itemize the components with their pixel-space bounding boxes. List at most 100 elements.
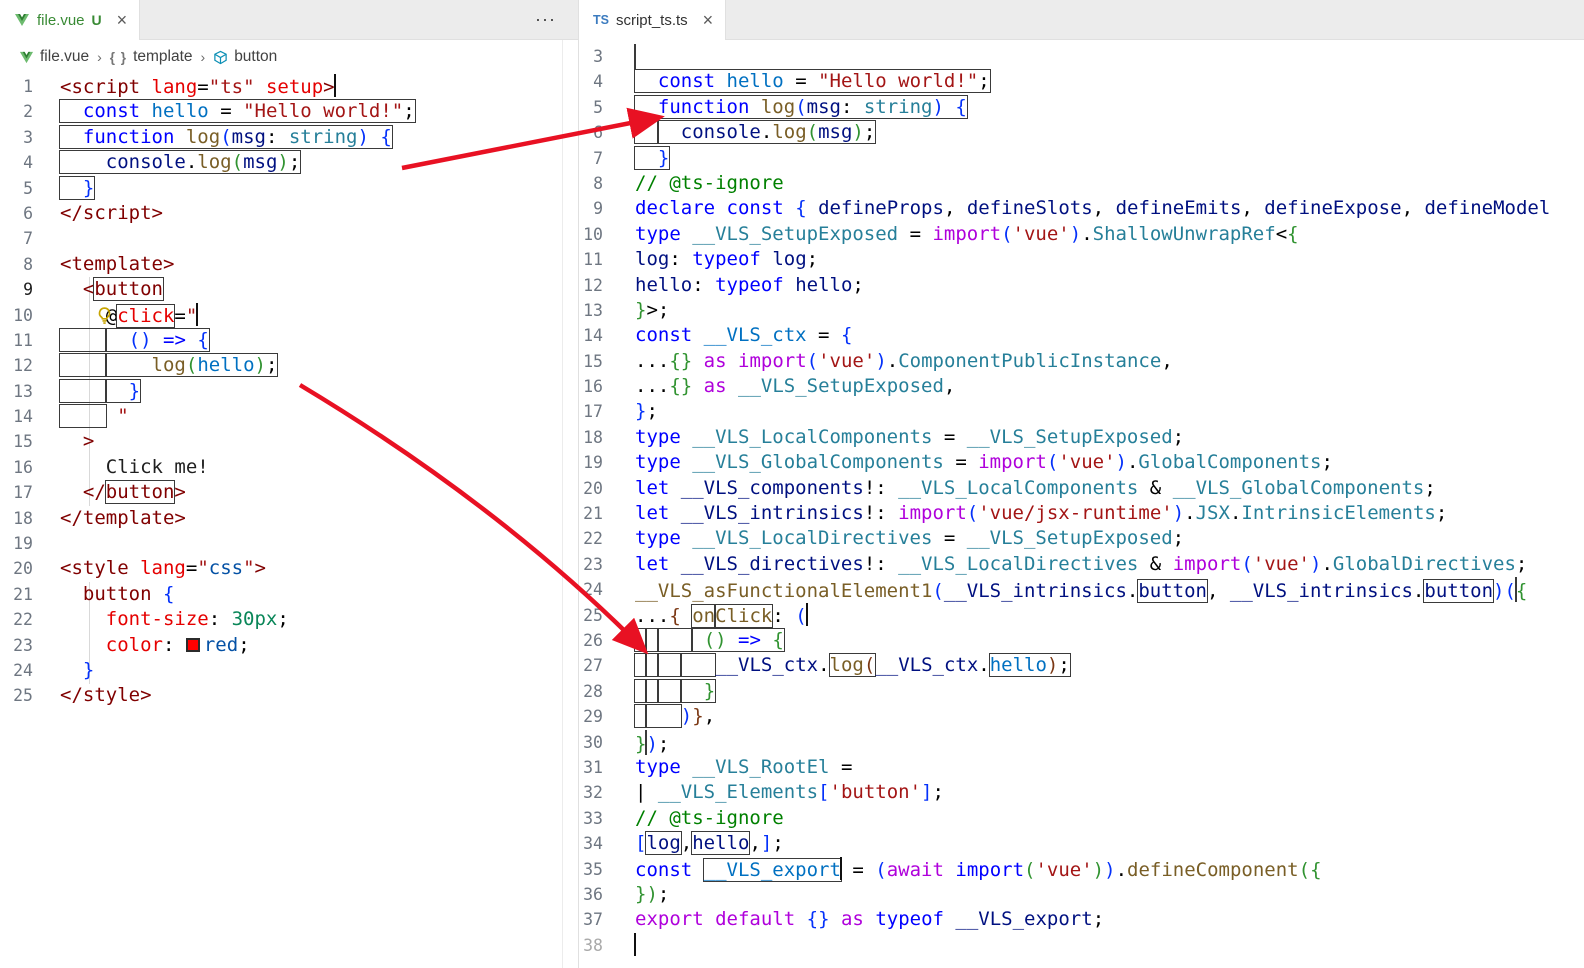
code-line[interactable]: 13 } bbox=[0, 379, 578, 404]
code-text: console.log(msg); bbox=[60, 150, 301, 175]
token: : bbox=[840, 95, 864, 118]
mapping-box: } bbox=[681, 680, 715, 702]
code-line[interactable]: 29 )}, bbox=[579, 704, 1584, 729]
code-line[interactable]: 16 ...{} as __VLS_SetupExposed, bbox=[579, 374, 1584, 399]
code-line[interactable]: 32 | __VLS_Elements['button']; bbox=[579, 780, 1584, 805]
typescript-icon: TS bbox=[593, 13, 609, 27]
code-line[interactable]: 21 button { bbox=[0, 582, 578, 607]
lightbulb-icon[interactable] bbox=[95, 306, 114, 325]
code-line[interactable]: 27 __VLS_ctx.log(__VLS_ctx.hello); bbox=[579, 653, 1584, 678]
code-text: type __VLS_RootEl = bbox=[635, 755, 852, 780]
code-line[interactable]: 6 console.log(msg); bbox=[579, 120, 1584, 145]
code-line[interactable]: 23 let __VLS_directives!: __VLS_LocalDire… bbox=[579, 552, 1584, 577]
code-line[interactable]: 25 </style> bbox=[0, 683, 578, 708]
code-line[interactable]: 12 log(hello); bbox=[0, 353, 578, 378]
tab-script-ts[interactable]: TS script_ts.ts × bbox=[579, 0, 727, 40]
token: ; bbox=[277, 608, 289, 631]
code-line[interactable]: 3 function log(msg: string) { bbox=[0, 125, 578, 150]
braces-icon: { } bbox=[109, 49, 128, 65]
code-line[interactable]: 15 ...{} as import('vue').ComponentPublic… bbox=[579, 349, 1584, 374]
breadcrumb-item-button[interactable]: button bbox=[213, 48, 277, 66]
code-line[interactable]: 22 font-size: 30px; bbox=[0, 607, 578, 632]
code-line[interactable]: 9 <button bbox=[0, 277, 578, 302]
token: = bbox=[185, 557, 198, 580]
breadcrumb-item-template[interactable]: { } template bbox=[110, 48, 193, 66]
code-line[interactable]: 14 " bbox=[0, 404, 578, 429]
code-line[interactable]: 24 __VLS_asFunctionalElement1(__VLS_intri… bbox=[579, 577, 1584, 603]
code-line[interactable]: 22 type __VLS_LocalDirectives = __VLS_Set… bbox=[579, 526, 1584, 551]
code-line[interactable]: 7 } bbox=[579, 146, 1584, 171]
code-line[interactable]: 15 > bbox=[0, 429, 578, 454]
close-icon[interactable]: × bbox=[703, 11, 714, 29]
code-text: </script> bbox=[60, 201, 163, 226]
token: = bbox=[806, 324, 841, 347]
close-icon[interactable]: × bbox=[117, 11, 128, 29]
left-editor[interactable]: 1 <script lang="ts" setup> 2 const hello =… bbox=[0, 74, 578, 968]
code-line[interactable]: 5 } bbox=[0, 176, 578, 201]
code-line[interactable]: 13}>; bbox=[579, 298, 1584, 323]
code-line[interactable]: 20 let __VLS_components!: __VLS_LocalComp… bbox=[579, 476, 1584, 501]
code-line[interactable]: 4 const hello = "Hello world!"; bbox=[579, 69, 1584, 94]
code-line[interactable]: 8 // @ts-ignore bbox=[579, 171, 1584, 196]
token: . bbox=[886, 349, 899, 372]
code-line[interactable]: 38 bbox=[579, 932, 1584, 958]
code-line[interactable]: 24 } bbox=[0, 658, 578, 683]
code-line[interactable]: 37 export default {} as typeof __VLS_expo… bbox=[579, 907, 1584, 932]
more-actions-button[interactable]: ··· bbox=[513, 9, 578, 30]
code-line[interactable]: 28 } bbox=[579, 679, 1584, 704]
code-line[interactable]: 30}); bbox=[579, 729, 1584, 755]
code-line[interactable]: 16 Click me! bbox=[0, 455, 578, 480]
code-line[interactable]: 20 <style lang="css"> bbox=[0, 556, 578, 581]
code-line[interactable]: 11 log: typeof log; bbox=[579, 247, 1584, 272]
token: ; bbox=[863, 121, 876, 144]
code-line[interactable]: 10 @click=" bbox=[0, 302, 578, 328]
code-line[interactable]: 7 bbox=[0, 226, 578, 251]
breadcrumb-item-file[interactable]: file.vue bbox=[19, 48, 89, 66]
code-line[interactable]: 25 ...{ onClick: ( bbox=[579, 602, 1584, 628]
code-line[interactable]: 17 </button> bbox=[0, 480, 578, 505]
token: ) bbox=[875, 349, 887, 372]
code-line[interactable]: 23 color: red; bbox=[0, 633, 578, 658]
scrollbar-track[interactable] bbox=[562, 40, 563, 968]
mapping-box bbox=[646, 680, 657, 702]
code-line[interactable]: 21 let __VLS_intrinsics!: import('vue/jsx… bbox=[579, 501, 1584, 526]
code-line[interactable]: 10 type __VLS_SetupExposed = import('vue'… bbox=[579, 222, 1584, 247]
code-line[interactable]: 18 </template> bbox=[0, 506, 578, 531]
code-line[interactable]: 8 <template> bbox=[0, 252, 578, 277]
code-line[interactable]: 1 <script lang="ts" setup> bbox=[0, 74, 578, 99]
code-line[interactable]: 17}; bbox=[579, 399, 1584, 424]
token: { bbox=[1287, 222, 1299, 245]
code-line[interactable]: 14 const __VLS_ctx = { bbox=[579, 323, 1584, 348]
mapping-box: function log(msg: string) { bbox=[60, 126, 392, 148]
token: __VLS_LocalComponents bbox=[692, 425, 933, 448]
code-line[interactable]: 5 function log(msg: string) { bbox=[579, 95, 1584, 120]
code-line[interactable]: 9 declare const { defineProps, defineSlot… bbox=[579, 196, 1584, 221]
code-line[interactable]: 6 </script> bbox=[0, 201, 578, 226]
code-line[interactable]: 26 () => { bbox=[579, 628, 1584, 653]
token: import bbox=[932, 222, 1002, 245]
code-line[interactable]: 3 bbox=[579, 44, 1584, 69]
code-line[interactable]: 2 const hello = "Hello world!"; bbox=[0, 99, 578, 124]
code-line[interactable]: 19 bbox=[0, 531, 578, 556]
code-text: )}, bbox=[635, 704, 715, 729]
code-line[interactable]: 19 type __VLS_GlobalComponents = import('… bbox=[579, 450, 1584, 475]
mapping-box bbox=[681, 654, 715, 676]
code-line[interactable]: 34 [log,hello,]; bbox=[579, 831, 1584, 856]
line-number: 12 bbox=[583, 275, 603, 295]
tab-file-vue[interactable]: file.vue U × bbox=[0, 0, 141, 40]
code-line[interactable]: 33 // @ts-ignore bbox=[579, 806, 1584, 831]
right-editor[interactable]: 34 const hello = "Hello world!"; 5 functi… bbox=[579, 40, 1584, 968]
code-line[interactable]: 11 () => { bbox=[0, 328, 578, 353]
code-line[interactable]: 36}); bbox=[579, 882, 1584, 907]
code-line[interactable]: 18 type __VLS_LocalComponents = __VLS_Set… bbox=[579, 425, 1584, 450]
code-line[interactable]: 12 hello: typeof hello; bbox=[579, 273, 1584, 298]
code-line[interactable]: 35 const __VLS_export = (await import('vu… bbox=[579, 856, 1584, 882]
token: ; bbox=[1321, 451, 1333, 474]
code-line[interactable]: 4 console.log(msg); bbox=[0, 150, 578, 175]
code-line[interactable]: 31 type __VLS_RootEl = bbox=[579, 755, 1584, 780]
